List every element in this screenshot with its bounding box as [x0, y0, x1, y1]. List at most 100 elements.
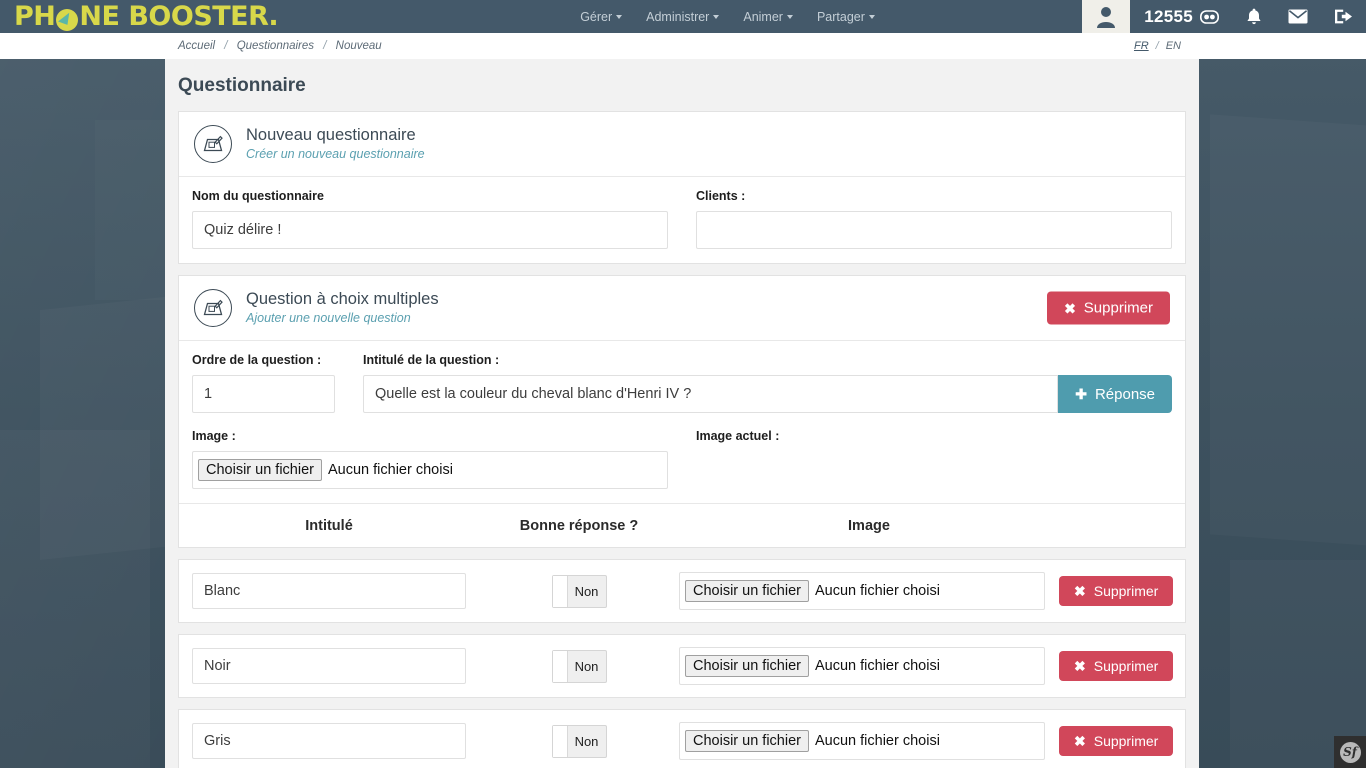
answer-intitule-input[interactable]	[192, 573, 466, 610]
questionnaire-name-label: Nom du questionnaire	[192, 189, 324, 204]
delete-answer-label: Supprimer	[1093, 733, 1159, 750]
answer-action-cell: ✖ Supprimer	[1059, 726, 1185, 757]
breadcrumb-item-accueil[interactable]: Accueil	[178, 40, 215, 52]
question-title-group: Intitulé de la question : ✚ Réponse	[363, 353, 1172, 414]
chosen-file-name: Aucun fichier choisi	[815, 658, 940, 675]
coins-icon	[1200, 9, 1219, 24]
nav-label: Animer	[743, 9, 783, 24]
delete-answer-button[interactable]: ✖ Supprimer	[1059, 576, 1174, 607]
delete-answer-label: Supprimer	[1093, 658, 1159, 675]
language-switcher: FR / EN	[946, 33, 1366, 59]
correct-answer-toggle[interactable]: Non	[551, 649, 607, 683]
choose-file-button[interactable]: Choisir un fichier	[685, 655, 809, 678]
question-panel-title: Question à choix multiples	[246, 290, 439, 309]
question-order-label: Ordre de la question :	[192, 353, 322, 368]
answer-action-cell: ✖ Supprimer	[1059, 651, 1185, 682]
notifications-button[interactable]	[1233, 0, 1275, 33]
question-panel-header: Question à choix multiples Ajouter une n…	[179, 276, 1185, 342]
current-image-label: Image actuel :	[696, 429, 780, 444]
question-order-input[interactable]	[192, 375, 335, 414]
page-title: Questionnaire	[178, 75, 306, 96]
nav-item-gerer[interactable]: Gérer	[580, 10, 623, 24]
credits-counter[interactable]: 12555	[1130, 0, 1233, 33]
app-logo[interactable]: PH NE BOOSTER.	[0, 0, 290, 33]
choose-file-button[interactable]: Choisir un fichier	[685, 730, 809, 753]
envelope-icon	[1288, 9, 1308, 24]
close-icon: ✖	[1064, 300, 1076, 317]
logo-lightning-icon	[56, 8, 79, 31]
nav-item-partager[interactable]: Partager	[817, 10, 875, 24]
question-order-group: Ordre de la question :	[192, 353, 335, 414]
close-icon: ✖	[1074, 583, 1086, 600]
nav-label: Administrer	[646, 9, 710, 24]
column-header-image: Image	[848, 518, 890, 535]
answer-image-cell: Choisir un fichier Aucun fichier choisi	[679, 722, 1059, 761]
questionnaire-panel: Nouveau questionnaire Créer un nouveau q…	[178, 111, 1186, 265]
nav-item-administrer[interactable]: Administrer	[646, 9, 720, 24]
messages-button[interactable]	[1275, 0, 1321, 33]
top-right-actions: 12555	[1082, 0, 1366, 33]
question-image-file-input[interactable]: Choisir un fichier Aucun fichier choisi	[192, 451, 668, 490]
questionnaire-name-input[interactable]	[192, 211, 668, 250]
answer-correct-cell: Non	[479, 724, 679, 758]
toggle-knob	[552, 575, 568, 607]
close-icon: ✖	[1074, 658, 1086, 675]
correct-answer-toggle[interactable]: Non	[551, 724, 607, 758]
close-icon: ✖	[1074, 733, 1086, 750]
answer-correct-cell: Non	[479, 574, 679, 608]
answer-intitule-input[interactable]	[192, 723, 466, 760]
choose-file-button[interactable]: Choisir un fichier	[685, 580, 809, 603]
answer-intitule-cell	[179, 648, 479, 685]
question-panel-subtitle[interactable]: Ajouter une nouvelle question	[246, 310, 439, 328]
question-image-group: Image : Choisir un fichier Aucun fichier…	[192, 429, 668, 490]
main-content: Questionnaire Nouveau questionnaire Crée…	[165, 59, 1199, 768]
correct-answer-toggle[interactable]: Non	[551, 574, 607, 608]
avatar[interactable]	[1082, 0, 1131, 33]
answer-image-file-input[interactable]: Choisir un fichier Aucun fichier choisi	[679, 722, 1045, 761]
pencil-board-icon	[203, 299, 223, 316]
breadcrumb-separator: /	[224, 40, 228, 52]
logo-text-first: PH	[14, 1, 56, 32]
answer-intitule-input[interactable]	[192, 648, 466, 685]
question-image-label: Image :	[192, 429, 236, 444]
logout-icon	[1335, 9, 1352, 24]
avatar-icon	[1097, 6, 1116, 28]
credits-value: 12555	[1144, 6, 1193, 26]
breadcrumb-item-nouveau[interactable]: Nouveau	[336, 40, 382, 52]
add-answer-button[interactable]: ✚ Réponse	[1058, 375, 1172, 414]
plus-icon: ✚	[1075, 386, 1087, 403]
pencil-board-icon	[203, 135, 223, 152]
language-option-en[interactable]: EN	[1166, 40, 1181, 52]
answer-image-file-input[interactable]: Choisir un fichier Aucun fichier choisi	[679, 647, 1045, 686]
choose-file-button[interactable]: Choisir un fichier	[198, 459, 322, 482]
question-title-input[interactable]	[363, 375, 1059, 414]
delete-answer-button[interactable]: ✖ Supprimer	[1059, 726, 1174, 757]
chevron-down-icon	[616, 15, 623, 20]
answer-image-file-input[interactable]: Choisir un fichier Aucun fichier choisi	[679, 572, 1045, 611]
table-row: Non Choisir un fichier Aucun fichier cho…	[178, 634, 1186, 699]
chosen-file-name: Aucun fichier choisi	[815, 583, 940, 600]
main-menu: Gérer Administrer Animer Partager	[580, 0, 875, 33]
chevron-down-icon	[786, 15, 793, 20]
nav-label: Partager	[816, 9, 865, 24]
language-option-fr[interactable]: FR	[1134, 40, 1149, 52]
chevron-down-icon	[713, 15, 720, 20]
delete-question-button[interactable]: ✖ Supprimer	[1047, 291, 1170, 325]
column-header-bonne-reponse: Bonne réponse ?	[519, 518, 639, 535]
delete-question-label: Supprimer	[1083, 299, 1153, 317]
clients-input[interactable]	[696, 211, 1172, 250]
answer-intitule-cell	[179, 723, 479, 760]
debug-toolbar[interactable]: Sf	[1334, 736, 1366, 768]
answer-intitule-cell	[179, 573, 479, 610]
edit-questionnaire-icon	[194, 125, 232, 164]
delete-answer-label: Supprimer	[1093, 583, 1159, 600]
delete-answer-button[interactable]: ✖ Supprimer	[1059, 651, 1174, 682]
logout-button[interactable]	[1321, 0, 1366, 33]
add-answer-label: Réponse	[1094, 385, 1155, 403]
logo-period: .	[268, 1, 279, 32]
breadcrumb-item-questionnaires[interactable]: Questionnaires	[237, 40, 314, 52]
questionnaire-panel-subtitle[interactable]: Créer un nouveau questionnaire	[246, 146, 425, 164]
nav-item-animer[interactable]: Animer	[743, 10, 793, 24]
question-panel-body: Ordre de la question : Intitulé de la qu…	[179, 341, 1185, 503]
questionnaire-name-field-group: Nom du questionnaire	[192, 189, 668, 250]
